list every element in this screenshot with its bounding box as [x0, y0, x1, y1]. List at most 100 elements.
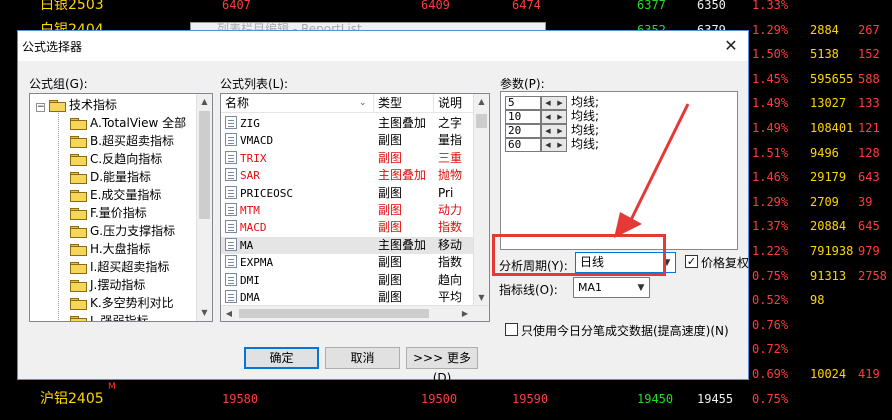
cancel-button[interactable]: 取消 — [325, 347, 400, 369]
param-value-input[interactable]: 60 — [505, 138, 541, 152]
increment-icon[interactable]: ▶ — [554, 97, 566, 109]
formula-group-tree[interactable]: − 技术指标 A.TotalView 全部 B.超买超卖指标 C.反趋向指标 D.能量指标… — [29, 93, 213, 322]
quote-cell: 19450 — [637, 391, 674, 406]
formula-name: ZIG — [240, 117, 260, 130]
param-spinner[interactable]: ◀ ▶ — [541, 110, 567, 124]
chevron-down-icon: ▼ — [637, 283, 645, 293]
quote-cell: 0.75% — [752, 391, 789, 406]
tree-node[interactable]: C.反趋向指标 — [70, 150, 162, 168]
quote-row[interactable]: 沪铝2405 M 19580 19500 19590 19450 19455 0.75% — [0, 382, 892, 412]
scroll-left-icon[interactable]: ◀ — [221, 306, 237, 321]
quote-cell: 6407 — [222, 0, 251, 12]
tree-node[interactable]: K.多空势利对比 — [70, 294, 174, 312]
decrement-icon[interactable]: ◀ — [542, 97, 554, 109]
tree-node[interactable]: D.能量指标 — [70, 168, 151, 186]
price-restore-checkbox[interactable]: ✓ — [685, 255, 698, 268]
tree-node[interactable]: G.压力支撑指标 — [70, 222, 175, 240]
increment-icon[interactable]: ▶ — [554, 125, 566, 137]
formula-selector-dialog: 公式选择器 ✕ 公式组(G): − 技术指标 A.TotalView 全部 B.超买超… — [17, 30, 749, 385]
quote-cell: 20884 — [810, 219, 847, 234]
tree-node[interactable]: F.量价指标 — [70, 204, 147, 222]
tree-vertical-scrollbar[interactable]: ▲ ▼ — [196, 94, 212, 321]
formula-list[interactable]: 名称 ⌄ 类型 说明 ZIG 主图叠加 之字 VMACD 副图 量指 TRIX 副图 三重 SAR… — [220, 93, 490, 322]
tree-node-label: I.超买超卖指标 — [90, 260, 170, 274]
quote-cell: 9496 — [810, 145, 839, 160]
tree-node[interactable]: H.大盘指标 — [70, 240, 151, 258]
tree-node[interactable]: A.TotalView 全部 — [70, 114, 186, 132]
column-header-type[interactable]: 类型 — [374, 94, 434, 113]
scroll-right-icon[interactable]: ▶ — [457, 306, 473, 321]
folder-icon — [70, 297, 87, 310]
formula-row[interactable]: ZIG 主图叠加 之字 — [221, 115, 473, 132]
list-vertical-scrollbar[interactable]: ▲ ▼ — [473, 94, 489, 306]
dialog-titlebar[interactable]: 公式选择器 ✕ — [18, 31, 748, 61]
folder-icon — [70, 153, 87, 166]
quote-cell: 2758 — [858, 268, 887, 283]
tree-node[interactable]: J.摆动指标 — [70, 276, 145, 294]
formula-name: MACD — [240, 221, 267, 235]
param-value-input[interactable]: 10 — [505, 110, 541, 124]
formula-row[interactable]: PRICEOSC 副图 Pri — [221, 185, 473, 202]
quote-cell: 588 — [858, 71, 880, 86]
formula-row[interactable]: DMA 副图 平均 — [221, 289, 473, 306]
increment-icon[interactable]: ▶ — [554, 111, 566, 123]
decrement-icon[interactable]: ◀ — [542, 111, 554, 123]
ok-button[interactable]: 确定 — [244, 347, 319, 369]
tree-node[interactable]: B.超买超卖指标 — [70, 132, 174, 150]
quote-cell: 1.29% — [752, 22, 789, 37]
param-value-input[interactable]: 5 — [505, 96, 541, 110]
formula-row[interactable]: MTM 副图 动力 — [221, 202, 473, 219]
list-hscroll-thumb[interactable] — [239, 309, 429, 318]
param-spinner[interactable]: ◀ ▶ — [541, 124, 567, 138]
decrement-icon[interactable]: ◀ — [542, 125, 554, 137]
list-scroll-thumb[interactable] — [476, 114, 487, 128]
quote-cell: 5138 — [810, 47, 839, 62]
formula-name-cell: PRICEOSC — [225, 185, 373, 202]
column-header-desc[interactable]: 说明 — [434, 94, 474, 113]
quote-cell: 1.22% — [752, 244, 789, 258]
tree-node-technical-indicators[interactable]: − 技术指标 — [36, 96, 117, 114]
tree-node[interactable]: E.成交量指标 — [70, 186, 161, 204]
quote-contract-name: 白银2503 — [40, 0, 104, 13]
formula-row[interactable]: DMI 副图 趋向 — [221, 272, 473, 289]
formula-row[interactable]: VMACD 副图 量指 — [221, 132, 473, 149]
folder-icon — [70, 243, 87, 256]
scroll-down-icon[interactable]: ▼ — [197, 305, 212, 321]
formula-row[interactable]: MACD 副图 指数 — [221, 219, 473, 236]
quote-cell: 19590 — [512, 391, 549, 406]
scroll-up-icon[interactable]: ▲ — [197, 94, 212, 110]
quote-cell: 419 — [858, 367, 880, 381]
more-button[interactable]: >>> 更多(D) — [406, 347, 478, 385]
tick-data-checkbox[interactable] — [505, 323, 518, 336]
tree-scroll-thumb[interactable] — [199, 111, 210, 219]
tree-node-label: J.摆动指标 — [90, 278, 146, 292]
tree-node[interactable]: L.强弱指标 — [70, 312, 149, 321]
list-horizontal-scrollbar[interactable]: ◀ ▶ — [221, 305, 489, 321]
params-label: 参数(P): — [500, 77, 545, 91]
tick-data-label: 只使用今日分笔成交数据(提高速度)(N) — [521, 324, 729, 338]
formula-name-cell: MA — [225, 237, 373, 254]
formula-row[interactable]: EXPMA 副图 指数 — [221, 254, 473, 271]
collapse-icon[interactable]: − — [36, 103, 45, 112]
increment-icon[interactable]: ▶ — [554, 139, 566, 151]
param-spinner[interactable]: ◀ ▶ — [541, 96, 567, 110]
tree-node[interactable]: I.超买超卖指标 — [70, 258, 169, 276]
formula-name-cell: SAR — [225, 167, 373, 184]
param-value-input[interactable]: 20 — [505, 124, 541, 138]
column-header-name[interactable]: 名称 ⌄ — [221, 94, 374, 113]
close-icon[interactable]: ✕ — [720, 35, 742, 57]
quote-row[interactable]: 白银2503 6407 6409 6474 6377 6350 1.33% — [0, 0, 892, 18]
scroll-up-icon[interactable]: ▲ — [474, 94, 489, 110]
formula-row[interactable]: MA 主图叠加 移动 — [221, 236, 473, 254]
formula-row[interactable]: TRIX 副图 三重 — [221, 150, 473, 167]
formula-row[interactable]: SAR 主图叠加 抛物 — [221, 167, 473, 184]
formula-name-cell: TRIX — [225, 150, 373, 167]
formula-name-cell: MACD — [225, 219, 373, 236]
param-spinner[interactable]: ◀ ▶ — [541, 138, 567, 152]
tree-node-label: B.超买超卖指标 — [90, 134, 175, 148]
decrement-icon[interactable]: ◀ — [542, 139, 554, 151]
quote-cell: 6377 — [637, 0, 666, 12]
indicator-line-select[interactable]: MA1 ▼ — [573, 277, 650, 298]
formula-icon — [225, 133, 237, 147]
scroll-down-icon[interactable]: ▼ — [474, 290, 489, 306]
